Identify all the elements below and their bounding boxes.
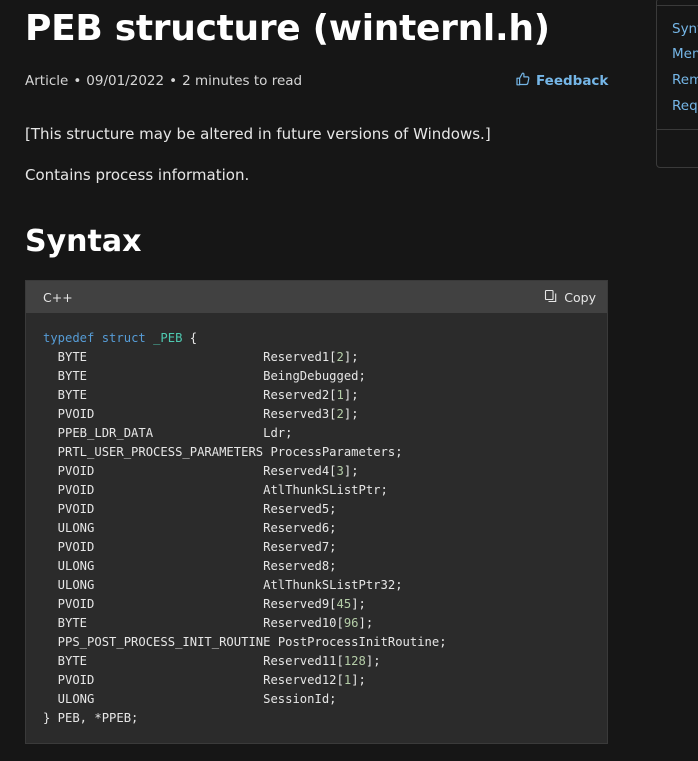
member-type: PVOID [43,540,264,554]
nav-item-remarks[interactable]: Rem [672,72,698,88]
nav-divider [657,129,698,130]
member-name: Reserved1 [263,350,330,364]
code-line: PPEB_LDR_DATA Ldr; [43,426,293,440]
code-line: typedef struct _PEB { [43,331,198,345]
member-name: Reserved2 [263,388,330,402]
member-type: PVOID [43,597,264,611]
member-array-size: 2 [336,350,344,364]
copy-icon [544,289,564,306]
member-name: Reserved10 [263,616,337,630]
member-type: BYTE [43,654,264,668]
member-type: PVOID [43,407,264,421]
meta-type: Article [25,73,69,89]
nav-top-divider [657,5,698,6]
code-line: BYTE BeingDebugged; [43,369,366,383]
code-keyword: typedef [43,331,95,345]
member-name: SessionId [263,692,330,706]
code-line: PVOID Reserved7; [43,540,337,554]
member-name: ProcessParameters [270,445,396,459]
member-name: Reserved11 [263,654,337,668]
code-struct-name: _PEB [153,331,183,345]
code-language-label: C++ [43,290,73,305]
member-type: PVOID [43,483,264,497]
nav-item-members[interactable]: Mem [672,46,698,62]
member-type: ULONG [43,578,264,592]
code-line: ULONG Reserved8; [43,559,337,573]
code-block: C++ Copy typedef struct _PEB { BYTE Rese… [25,280,608,744]
member-name: Ldr [263,426,286,440]
docs-page: PEB structure (winternl.h) Article • 09/01… [0,0,698,761]
meta-date: 09/01/2022 [86,73,165,89]
member-array-size: 45 [336,597,352,611]
member-name: Reserved7 [263,540,330,554]
member-type: BYTE [43,350,264,364]
code-line: } PEB, *PPEB; [43,711,139,725]
member-name: Reserved8 [263,559,330,573]
member-type: ULONG [43,521,264,535]
code-line: BYTE Reserved1[2]; [43,350,359,364]
member-name: Reserved12 [263,673,337,687]
feedback-label: Feedback [536,73,609,89]
feedback-button[interactable]: Feedback [516,72,608,90]
member-name: Reserved6 [263,521,330,535]
member-name: Reserved9 [263,597,330,611]
page-title: PEB structure (winternl.h) [25,8,550,49]
member-name: BeingDebugged [263,369,359,383]
structure-description: Contains process information. [25,166,250,184]
code-line: BYTE Reserved10[96]; [43,616,374,630]
copy-button[interactable]: Copy [544,289,596,306]
code-line: PVOID Reserved5; [43,502,337,516]
member-type: PVOID [43,464,264,478]
structure-notice: [This structure may be altered in future… [25,125,491,143]
syntax-heading: Syntax [25,224,142,259]
member-name: AtlThunkSListPtr [263,483,381,497]
thumbs-up-icon [516,72,536,90]
member-array-size: 1 [343,673,352,687]
code-line: PVOID Reserved3[2]; [43,407,359,421]
member-type: PPS_POST_PROCESS_INIT_ROUTINE [43,635,278,649]
code-line: BYTE Reserved11[128]; [43,654,381,668]
code-line: ULONG Reserved6; [43,521,337,535]
member-name: PostProcessInitRoutine [277,635,440,649]
member-type: BYTE [43,388,264,402]
in-this-article-nav: Synt Mem Rem Requ [656,0,698,168]
member-type: PRTL_USER_PROCESS_PARAMETERS [43,445,271,459]
code-line: ULONG AtlThunkSListPtr32; [43,578,403,592]
code-line: BYTE Reserved2[1]; [43,388,359,402]
member-name: AtlThunkSListPtr32 [263,578,396,592]
code-header: C++ Copy [26,281,607,313]
code-line: PVOID Reserved4[3]; [43,464,359,478]
code-line: PRTL_USER_PROCESS_PARAMETERS ProcessPara… [43,445,403,459]
code-line: PVOID Reserved12[1]; [43,673,366,687]
member-array-size: 96 [343,616,359,630]
code-line: PVOID Reserved9[45]; [43,597,366,611]
code-content: typedef struct _PEB { BYTE Reserved1[2];… [43,329,447,728]
meta-separator: • [73,73,82,89]
member-array-size: 2 [336,407,344,421]
meta-separator: • [169,73,178,89]
member-type: BYTE [43,369,264,383]
code-line: PPS_POST_PROCESS_INIT_ROUTINE PostProces… [43,635,447,649]
member-array-size: 3 [336,464,344,478]
code-line: PVOID AtlThunkSListPtr; [43,483,388,497]
code-line: ULONG SessionId; [43,692,337,706]
member-type: PVOID [43,502,264,516]
member-name: Reserved4 [263,464,330,478]
copy-label: Copy [564,290,596,305]
article-meta: Article • 09/01/2022 • 2 minutes to read [25,73,302,89]
member-name: Reserved5 [263,502,330,516]
meta-read-time: 2 minutes to read [182,73,303,89]
member-type: ULONG [43,559,264,573]
member-name: Reserved3 [263,407,330,421]
nav-item-syntax[interactable]: Synt [672,21,698,37]
member-type: ULONG [43,692,264,706]
member-array-size: 128 [343,654,366,668]
code-keyword: struct [101,331,146,345]
member-type: BYTE [43,616,264,630]
member-array-size: 1 [336,388,344,402]
nav-item-requirements[interactable]: Requ [672,98,698,114]
member-type: PPEB_LDR_DATA [43,426,264,440]
member-type: PVOID [43,673,264,687]
